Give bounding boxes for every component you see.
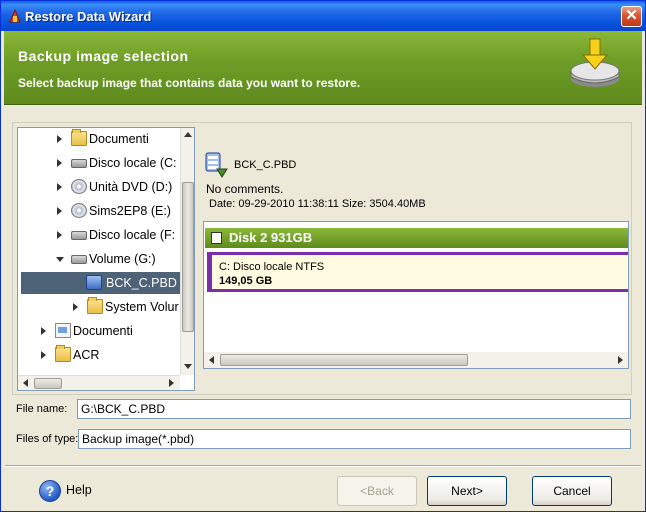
close-icon: ✕: [625, 7, 638, 24]
expand-arrow-icon[interactable]: [41, 351, 46, 359]
disk-horizontal-scroll-thumb[interactable]: [220, 354, 468, 366]
file-type-field[interactable]: Backup image(*.pbd): [78, 429, 631, 449]
tree-item-label: System Volur: [105, 300, 179, 314]
image-file-name: BCK_C.PBD: [234, 159, 297, 171]
banner-subtitle: Select backup image that contains data y…: [18, 76, 361, 90]
restore-wizard-window: Restore Data Wizard ✕ Backup image selec…: [0, 0, 646, 512]
drive-icon: [71, 231, 87, 240]
title-bar[interactable]: Restore Data Wizard ✕: [1, 1, 645, 31]
window-title: Restore Data Wizard: [25, 9, 152, 24]
scroll-down-icon[interactable]: [184, 364, 192, 369]
partition-block[interactable]: C: Disco locale NTFS 149,05 GB: [207, 252, 628, 292]
scroll-right-icon[interactable]: [618, 356, 623, 364]
next-button[interactable]: Next>: [427, 476, 507, 506]
restore-drive-icon: [570, 38, 620, 87]
drive-icon: [71, 159, 87, 168]
expand-arrow-icon[interactable]: [41, 327, 46, 335]
tree-item-label: Sims2EP8 (E:): [89, 204, 171, 218]
expand-arrow-icon[interactable]: [57, 183, 62, 191]
tree-vertical-scrollbar[interactable]: [180, 128, 194, 375]
app-icon: [9, 8, 21, 23]
footer-divider: [5, 465, 641, 467]
dvd-icon: [71, 203, 87, 218]
disk-header: Disk 2 931GB: [205, 228, 628, 248]
scroll-left-icon[interactable]: [209, 356, 214, 364]
expand-arrow-icon[interactable]: [57, 207, 62, 215]
tree-item-acr[interactable]: ACR: [18, 344, 180, 366]
wizard-banner: Backup image selection Select backup ima…: [4, 31, 642, 105]
tree-item-drive-c[interactable]: Disco locale (C:: [18, 152, 180, 174]
backup-image-icon: [205, 152, 228, 178]
tree-item-documenti[interactable]: Documenti: [18, 128, 180, 150]
tree-item-sims-e[interactable]: Sims2EP8 (E:): [18, 200, 180, 222]
scroll-up-icon[interactable]: [184, 132, 192, 137]
scroll-right-icon[interactable]: [169, 379, 174, 387]
tree-item-label: Documenti: [89, 132, 149, 146]
folder-tree[interactable]: Documenti Disco locale (C: Unità DVD (D:…: [17, 127, 195, 391]
tree-item-dvd-d[interactable]: Unità DVD (D:): [18, 176, 180, 198]
disk-horizontal-scrollbar[interactable]: [204, 352, 628, 368]
file-type-label: Files of type:: [16, 433, 79, 445]
image-comments: No comments.: [206, 182, 284, 196]
partition-size: 149,05 GB: [219, 275, 273, 287]
tree-horizontal-scrollbar[interactable]: [18, 375, 180, 390]
scroll-left-icon[interactable]: [23, 379, 28, 387]
tree-item-documenti-2[interactable]: Documenti: [18, 320, 180, 342]
tree-vertical-scroll-thumb[interactable]: [182, 182, 194, 332]
file-name-field[interactable]: G:\BCK_C.PBD: [77, 399, 631, 419]
file-name-label: File name:: [16, 403, 68, 415]
cancel-button[interactable]: Cancel: [532, 476, 612, 506]
tree-item-label: Volume (G:): [89, 252, 156, 266]
backup-file-icon: [86, 275, 102, 290]
image-details: Date: 09-29-2010 11:38:11 Size: 3504.40M…: [209, 198, 426, 210]
expand-arrow-icon[interactable]: [73, 303, 78, 311]
disk-label: Disk 2 931GB: [229, 230, 313, 245]
tree-item-label: Documenti: [73, 324, 133, 338]
image-info-panel: BCK_C.PBD No comments. Date: 09-29-2010 …: [203, 151, 623, 215]
dvd-icon: [71, 179, 87, 194]
expand-arrow-icon[interactable]: [57, 135, 62, 143]
tree-item-system-volume[interactable]: System Volur: [18, 296, 180, 318]
tree-item-label: Disco locale (F:: [89, 228, 176, 242]
help-icon[interactable]: ?: [39, 480, 61, 502]
drive-icon: [71, 255, 87, 264]
folder-icon: [71, 129, 87, 146]
documents-icon: [55, 323, 71, 338]
tree-item-drive-f[interactable]: Disco locale (F:: [18, 224, 180, 246]
disk-icon: [211, 232, 222, 244]
collapse-arrow-icon[interactable]: [56, 257, 64, 262]
help-label[interactable]: Help: [66, 483, 92, 497]
tree-item-volume-g[interactable]: Volume (G:): [18, 248, 180, 270]
expand-arrow-icon[interactable]: [57, 159, 62, 167]
tree-horizontal-scroll-thumb[interactable]: [34, 378, 62, 389]
folder-icon: [55, 345, 71, 362]
tree-item-bck-file[interactable]: BCK_C.PBD: [21, 272, 180, 294]
tree-item-label: Unità DVD (D:): [89, 180, 173, 194]
back-button[interactable]: <Back: [337, 476, 417, 506]
tree-item-label: Disco locale (C:: [89, 156, 177, 170]
folder-icon: [87, 297, 103, 314]
banner-title: Backup image selection: [18, 48, 189, 64]
tree-item-label: ACR: [73, 348, 100, 362]
expand-arrow-icon[interactable]: [57, 231, 62, 239]
tree-item-label: BCK_C.PBD: [106, 276, 177, 290]
close-button[interactable]: ✕: [621, 6, 642, 27]
disk-layout-panel: Disk 2 931GB C: Disco locale NTFS 149,05…: [203, 221, 629, 369]
partition-name: C: Disco locale NTFS: [219, 261, 325, 273]
